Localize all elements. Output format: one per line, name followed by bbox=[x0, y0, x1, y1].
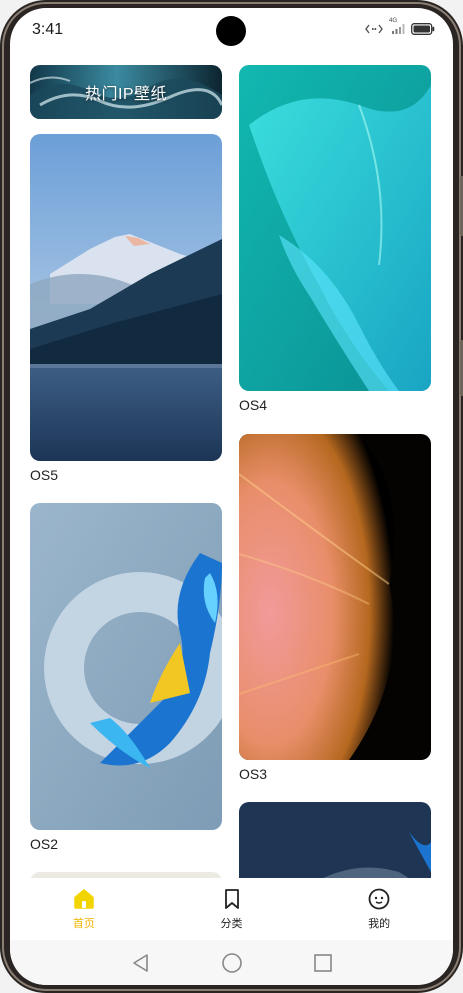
dark-blue-image bbox=[239, 802, 431, 878]
tab-label: 分类 bbox=[220, 918, 243, 930]
network-badge: 4G bbox=[389, 18, 405, 35]
teal-wave-image bbox=[239, 65, 431, 391]
system-nav-bar bbox=[10, 940, 453, 985]
screen: 3:41 4G 热门IP壁纸 OS5 OS2 OS4 OS3 首页 分类 我的 bbox=[10, 8, 453, 985]
wallpaper-card-os4[interactable]: OS4 bbox=[239, 65, 431, 433]
wallpaper-card-os2[interactable]: OS2 bbox=[30, 503, 222, 872]
tab-category[interactable]: 分类 bbox=[158, 878, 306, 940]
home-circle-icon[interactable] bbox=[221, 952, 243, 974]
hot-ip-banner[interactable]: 热门IP壁纸 bbox=[30, 65, 222, 119]
tab-label: 首页 bbox=[72, 918, 95, 930]
right-column: OS4 OS3 bbox=[239, 56, 431, 878]
signal-icon bbox=[392, 24, 405, 34]
wallpaper-thumb bbox=[239, 65, 431, 391]
tab-home[interactable]: 首页 bbox=[10, 878, 158, 940]
smile-face-icon bbox=[368, 888, 390, 910]
battery-icon bbox=[411, 23, 435, 35]
home-icon bbox=[74, 889, 94, 909]
bottom-tab-bar: 首页 分类 我的 bbox=[10, 878, 453, 940]
wallpaper-card-os5[interactable]: OS5 bbox=[30, 134, 222, 503]
tab-label: 我的 bbox=[368, 918, 391, 930]
vibrate-icon bbox=[365, 24, 383, 34]
recents-icon[interactable] bbox=[313, 953, 333, 973]
phone-frame: 3:41 4G 热门IP壁纸 OS5 OS2 OS4 OS3 首页 分类 我的 bbox=[0, 0, 463, 993]
left-column: 热门IP壁纸 OS5 OS2 bbox=[30, 56, 222, 878]
banner-title: 热门IP壁纸 bbox=[84, 86, 168, 103]
wallpaper-feed[interactable]: 热门IP壁纸 OS5 OS2 OS4 OS3 bbox=[10, 56, 453, 878]
bookmark-icon bbox=[224, 889, 239, 909]
wallpaper-name: OS3 bbox=[239, 766, 268, 782]
back-icon[interactable] bbox=[131, 953, 151, 973]
banner-image: 热门IP壁纸 bbox=[30, 65, 222, 119]
wallpaper-thumb bbox=[239, 802, 431, 878]
front-camera bbox=[216, 16, 246, 46]
network-badge-text: 4G bbox=[389, 18, 398, 24]
mountain-lake-image bbox=[30, 134, 222, 461]
wallpaper-name: OS4 bbox=[239, 397, 268, 413]
status-bar: 3:41 4G bbox=[10, 8, 453, 56]
blue-fish-ring-image bbox=[30, 503, 222, 830]
wallpaper-thumb bbox=[30, 503, 222, 830]
wallpaper-card-os3[interactable]: OS3 bbox=[239, 434, 431, 802]
tab-mine[interactable]: 我的 bbox=[305, 878, 453, 940]
wallpaper-name: OS2 bbox=[30, 836, 59, 852]
wallpaper-thumb bbox=[239, 434, 431, 760]
wallpaper-card-next[interactable] bbox=[239, 802, 431, 878]
status-icons: 4G bbox=[365, 18, 435, 35]
wallpaper-name: OS5 bbox=[30, 467, 59, 483]
status-time: 3:41 bbox=[32, 21, 64, 38]
pink-feather-image bbox=[239, 434, 431, 760]
wallpaper-thumb bbox=[30, 134, 222, 461]
